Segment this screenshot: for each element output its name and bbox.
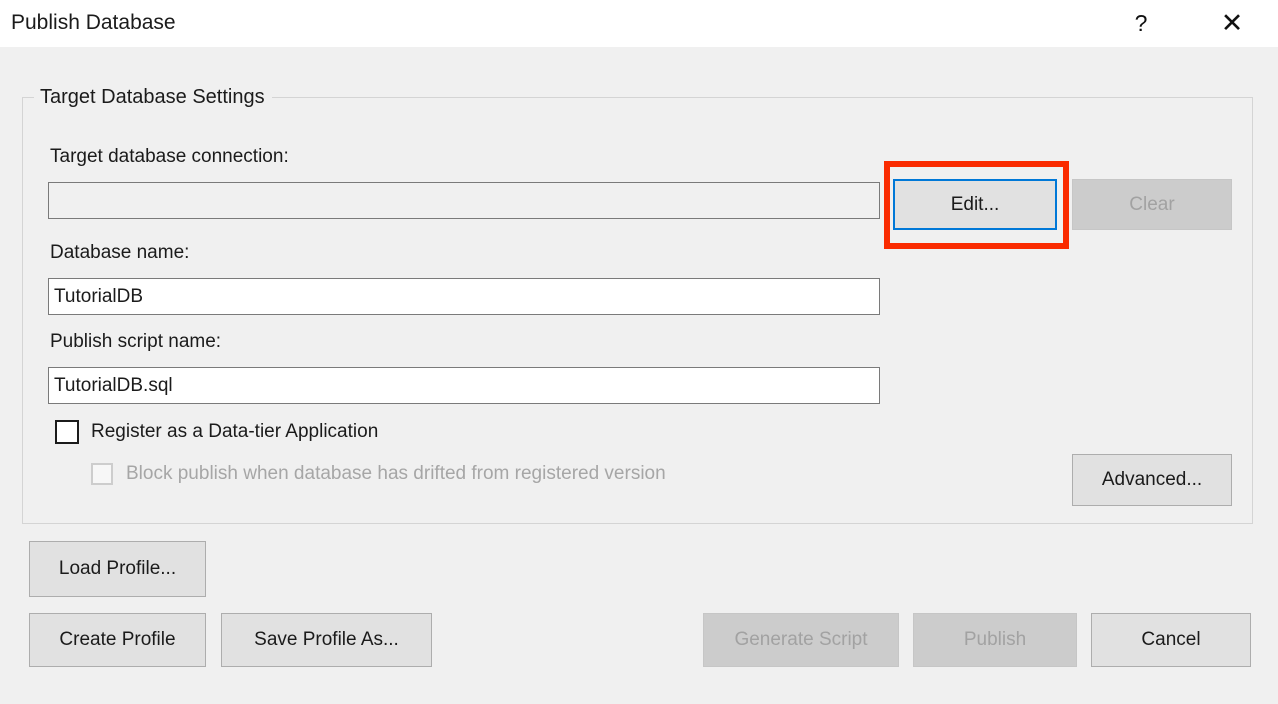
target-connection-label: Target database connection: <box>50 144 289 170</box>
target-connection-input[interactable] <box>48 182 880 219</box>
block-publish-checkbox-row: Block publish when database has drifted … <box>91 461 666 487</box>
block-publish-label: Block publish when database has drifted … <box>126 461 666 487</box>
clear-button: Clear <box>1072 179 1232 230</box>
load-profile-button[interactable]: Load Profile... <box>29 541 206 597</box>
block-publish-checkbox <box>91 463 113 485</box>
publish-script-name-label: Publish script name: <box>50 329 221 355</box>
database-name-input[interactable] <box>48 278 880 315</box>
close-x-icon: ✕ <box>1221 10 1244 37</box>
save-profile-as-button[interactable]: Save Profile As... <box>221 613 432 667</box>
group-legend: Target Database Settings <box>34 83 272 111</box>
help-button[interactable]: ? <box>1118 0 1164 47</box>
publish-button: Publish <box>913 613 1077 667</box>
title-bar: Publish Database ? ✕ <box>0 0 1278 47</box>
register-dac-label: Register as a Data-tier Application <box>91 419 378 445</box>
advanced-button[interactable]: Advanced... <box>1072 454 1232 506</box>
register-dac-checkbox[interactable] <box>55 420 79 444</box>
close-button[interactable]: ✕ <box>1209 0 1255 47</box>
database-name-label: Database name: <box>50 240 189 266</box>
question-mark-icon: ? <box>1135 12 1148 35</box>
register-dac-checkbox-row[interactable]: Register as a Data-tier Application <box>55 419 378 445</box>
edit-button[interactable]: Edit... <box>893 179 1057 230</box>
create-profile-button[interactable]: Create Profile <box>29 613 206 667</box>
window-title: Publish Database <box>11 9 176 37</box>
cancel-button[interactable]: Cancel <box>1091 613 1251 667</box>
generate-script-button: Generate Script <box>703 613 899 667</box>
publish-script-name-input[interactable] <box>48 367 880 404</box>
